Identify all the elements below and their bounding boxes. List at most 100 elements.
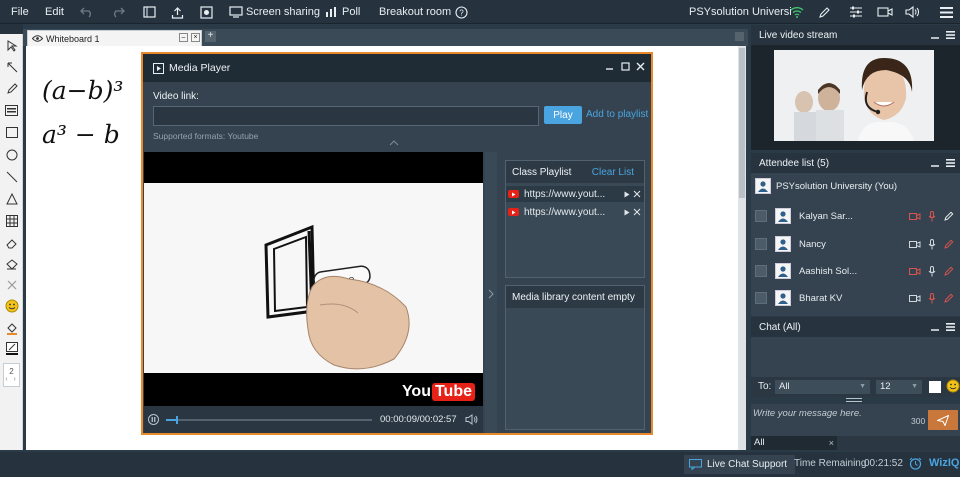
add-to-playlist-link[interactable]: Add to playlist xyxy=(586,109,648,120)
live-chat-support-button[interactable]: Live Chat Support xyxy=(684,455,796,474)
live-video-feed[interactable] xyxy=(774,50,934,141)
chat-tab-all[interactable]: All × xyxy=(751,436,837,450)
mic-icon[interactable] xyxy=(928,238,936,250)
remove-item-icon[interactable] xyxy=(633,208,641,216)
mic-off-icon[interactable] xyxy=(928,292,936,304)
seek-bar[interactable] xyxy=(166,416,372,424)
attendee-row[interactable]: Nancy xyxy=(751,231,960,257)
edit-permission-icon[interactable] xyxy=(944,211,954,221)
select-arrow-icon[interactable] xyxy=(3,37,20,54)
add-whiteboard-tab-button[interactable]: + xyxy=(205,31,216,42)
pause-icon[interactable] xyxy=(148,414,159,425)
video-link-input[interactable] xyxy=(153,106,539,126)
screen-sharing-button[interactable]: Screen sharing xyxy=(229,0,320,24)
send-button[interactable] xyxy=(928,410,958,430)
settings-icon[interactable] xyxy=(849,0,863,24)
file-menu[interactable]: File xyxy=(11,0,29,24)
camera-icon[interactable] xyxy=(909,240,921,249)
edit-menu[interactable]: Edit xyxy=(45,0,64,24)
table-icon[interactable] xyxy=(3,212,20,229)
page-number-stepper[interactable]: 2 ‹ › xyxy=(3,363,20,387)
camera-icon[interactable] xyxy=(909,294,921,303)
attendee-row[interactable]: Kalyan Sar... xyxy=(751,203,960,229)
play-item-icon[interactable] xyxy=(624,191,630,198)
undo-icon[interactable] xyxy=(80,0,94,24)
seek-handle[interactable] xyxy=(176,416,179,424)
minimize-panel-icon[interactable] xyxy=(931,32,939,40)
whiteboard-icon[interactable] xyxy=(143,0,156,24)
whiteboard-scrollbar[interactable] xyxy=(738,46,746,450)
collapse-whiteboard-icon[interactable] xyxy=(735,32,744,41)
tab-whiteboard-1[interactable]: Whiteboard 1 – × xyxy=(27,30,202,46)
attendee-checkbox[interactable] xyxy=(755,265,767,277)
maximize-icon[interactable] xyxy=(621,62,630,71)
attendee-checkbox[interactable] xyxy=(755,292,767,304)
chevron-right-icon[interactable] xyxy=(488,289,494,299)
scrollbar-thumb[interactable] xyxy=(739,48,745,198)
edit-permission-off-icon[interactable] xyxy=(944,266,954,276)
play-button[interactable]: Play xyxy=(544,106,582,124)
panel-menu-icon[interactable] xyxy=(946,31,955,39)
breakout-room-button[interactable]: Breakout room xyxy=(379,0,451,24)
chat-resize-handle[interactable] xyxy=(846,398,862,403)
pencil-icon[interactable] xyxy=(3,80,20,97)
remove-item-icon[interactable] xyxy=(633,190,641,198)
circle-icon[interactable] xyxy=(3,146,20,163)
panel-menu-icon[interactable] xyxy=(946,323,955,331)
help-icon[interactable]: ? xyxy=(455,0,468,24)
video-frame[interactable]: EXPO YouTube xyxy=(144,152,483,406)
record-icon[interactable] xyxy=(200,0,213,24)
media-player-titlebar[interactable]: Media Player xyxy=(143,54,651,82)
line-arrow-icon[interactable] xyxy=(3,58,20,75)
attendee-row[interactable]: Bharat KV xyxy=(751,285,960,311)
text-color-picker[interactable] xyxy=(929,381,941,393)
edit-permission-off-icon[interactable] xyxy=(944,239,954,249)
edit-permission-off-icon[interactable] xyxy=(944,293,954,303)
font-size-select[interactable]: 12 ▼ xyxy=(876,380,922,394)
chat-recipient-select[interactable]: All ▼ xyxy=(775,380,870,394)
rectangle-icon[interactable] xyxy=(3,124,20,141)
triangle-icon[interactable] xyxy=(3,190,20,207)
panel-menu-icon[interactable] xyxy=(946,159,955,167)
close-chat-tab-icon[interactable]: × xyxy=(829,436,834,450)
attendee-checkbox[interactable] xyxy=(755,210,767,222)
page-stepper-arrows-icon[interactable]: ‹ › xyxy=(5,376,18,383)
camera-icon[interactable] xyxy=(877,0,893,24)
speaker-icon[interactable] xyxy=(905,0,921,24)
close-icon[interactable] xyxy=(636,62,645,71)
playlist-toggle-strip[interactable] xyxy=(485,152,497,433)
emoji-icon[interactable] xyxy=(946,379,960,393)
minimize-tab-icon[interactable]: – xyxy=(179,33,188,42)
minimize-panel-icon[interactable] xyxy=(931,160,939,168)
camera-off-icon[interactable] xyxy=(909,212,921,221)
attendee-host-row[interactable]: PSYsolution University (You) xyxy=(751,174,960,198)
collapse-chevron-icon[interactable] xyxy=(389,140,399,146)
minimize-panel-icon[interactable] xyxy=(931,324,939,332)
text-tool-icon[interactable] xyxy=(3,102,20,119)
minimize-icon[interactable] xyxy=(605,62,614,71)
upload-icon[interactable] xyxy=(171,0,184,24)
line-icon[interactable] xyxy=(3,168,20,185)
volume-icon[interactable] xyxy=(465,414,478,425)
fill-bucket-icon[interactable] xyxy=(3,256,20,273)
main-menu-icon[interactable] xyxy=(940,0,953,24)
attendee-checkbox[interactable] xyxy=(755,238,767,250)
clear-all-icon[interactable] xyxy=(3,276,20,293)
pen-icon[interactable] xyxy=(818,0,831,24)
close-tab-icon[interactable]: × xyxy=(191,33,200,42)
color-fill-icon[interactable] xyxy=(3,320,20,337)
play-item-icon[interactable] xyxy=(624,209,630,216)
stroke-color-icon[interactable] xyxy=(3,340,20,357)
eraser-icon[interactable] xyxy=(3,234,20,251)
camera-off-icon[interactable] xyxy=(909,267,921,276)
mic-off-icon[interactable] xyxy=(928,210,936,222)
redo-icon[interactable] xyxy=(111,0,125,24)
attendee-row[interactable]: Aashish Sol... xyxy=(751,258,960,284)
playlist-item[interactable]: https://www.yout... xyxy=(506,204,644,220)
clear-list-link[interactable]: Clear List xyxy=(592,167,634,178)
chat-message-input[interactable]: Write your message here. xyxy=(753,408,862,419)
poll-button[interactable]: Poll xyxy=(325,0,360,24)
mic-icon[interactable] xyxy=(928,265,936,277)
playlist-item[interactable]: https://www.yout... xyxy=(506,186,644,202)
smiley-icon[interactable] xyxy=(3,297,20,314)
